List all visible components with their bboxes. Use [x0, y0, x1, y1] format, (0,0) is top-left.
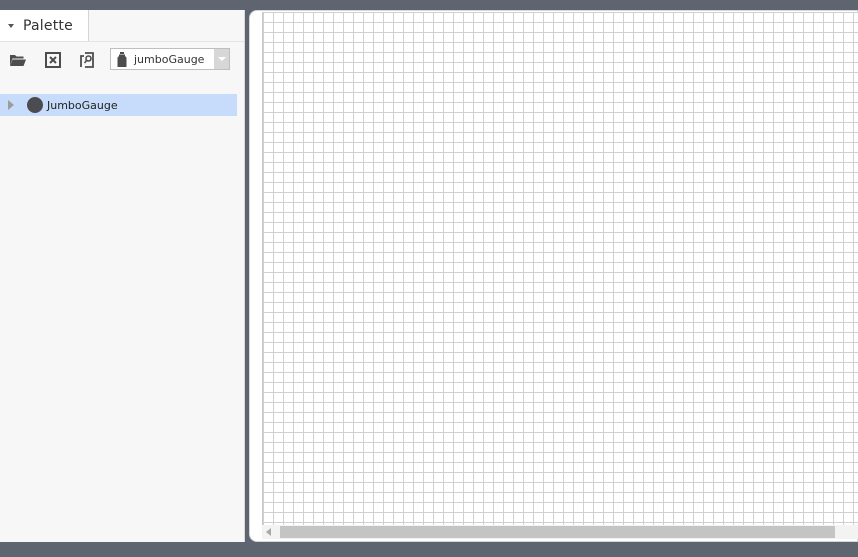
palette-tree: JumboGauge [0, 94, 237, 116]
palette-panel: Palette jumboGauge JumboGauge [0, 10, 245, 542]
horizontal-scrollbar[interactable] [262, 525, 858, 539]
collapse-arrow-icon[interactable] [8, 23, 14, 28]
expand-arrow-icon[interactable] [8, 100, 14, 110]
open-folder-button[interactable] [9, 51, 27, 69]
find-button[interactable] [78, 51, 96, 69]
palette-toolbar: jumboGauge [0, 48, 244, 74]
palette-title: Palette [23, 17, 73, 34]
chevron-down-icon [217, 57, 226, 61]
scroll-left-arrow-icon[interactable] [266, 528, 271, 536]
palette-header[interactable]: Palette [0, 10, 89, 42]
module-select-value: jumboGauge [134, 52, 205, 66]
jar-icon [116, 51, 128, 67]
gauge-circle-icon [27, 97, 43, 113]
design-canvas-grid[interactable] [262, 12, 858, 531]
find-icon [80, 52, 94, 68]
close-palette-button[interactable] [44, 51, 62, 69]
tree-item-label: JumboGauge [47, 98, 118, 112]
canvas-panel [249, 10, 858, 542]
header-divider [88, 41, 244, 42]
scrollbar-thumb[interactable] [280, 526, 835, 538]
tree-item-jumbogauge[interactable]: JumboGauge [0, 94, 237, 116]
folder-open-icon [10, 55, 26, 66]
app-window: Palette jumboGauge JumboGauge [0, 0, 858, 557]
module-select[interactable]: jumboGauge [110, 48, 230, 70]
dropdown-button[interactable] [214, 49, 229, 69]
close-box-icon [45, 52, 61, 68]
